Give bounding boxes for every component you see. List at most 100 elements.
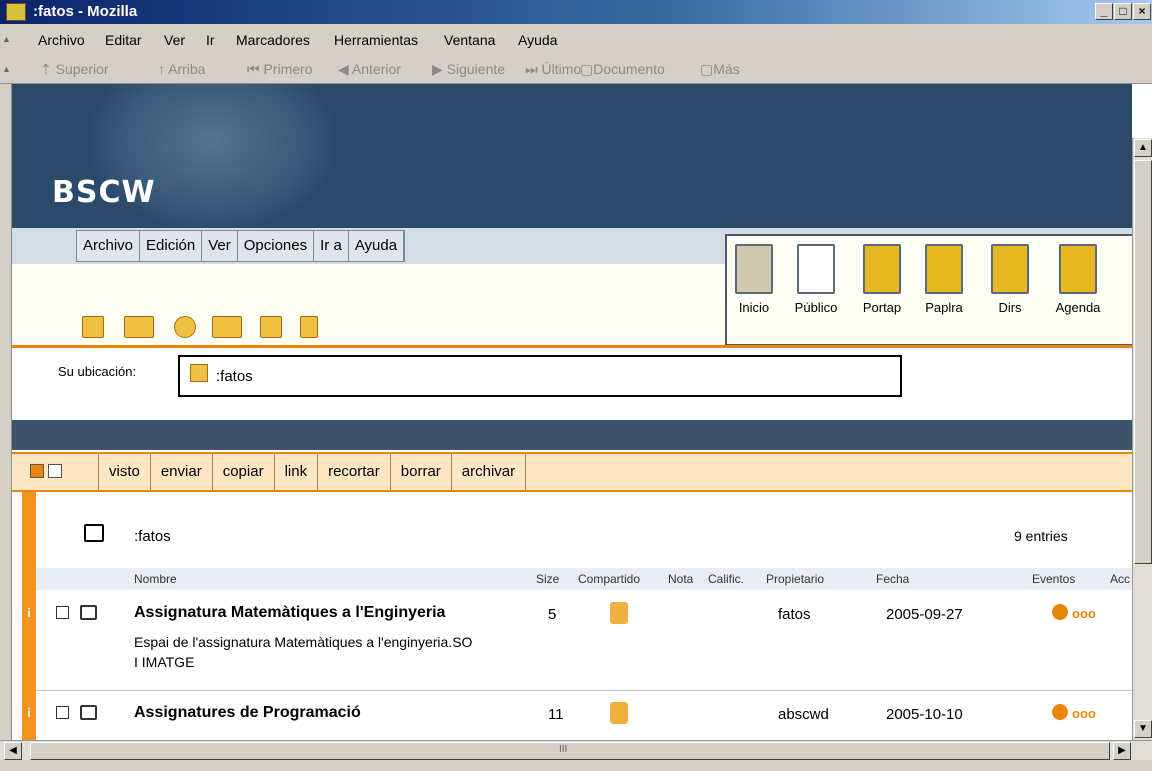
row-owner[interactable]: fatos <box>778 606 811 623</box>
menu-ir[interactable]: Ir <box>206 32 215 48</box>
window-titlebar: :fatos - Mozilla _ □ × <box>0 0 1152 24</box>
info-icon[interactable] <box>82 316 104 338</box>
action-recortar[interactable]: recortar <box>318 454 391 490</box>
nav-anterior[interactable]: ◀ Anterior <box>338 61 401 78</box>
scroll-right-icon[interactable]: ▶ <box>1113 742 1131 760</box>
row-info-icon[interactable]: i <box>22 606 36 620</box>
event-icon[interactable] <box>1052 704 1068 720</box>
col-calific[interactable]: Calific. <box>708 572 744 586</box>
col-propietario[interactable]: Propietario <box>766 572 824 586</box>
add-document-icon[interactable] <box>124 316 154 338</box>
mozilla-app-icon <box>6 3 26 21</box>
status-bar <box>0 760 1152 771</box>
nav-primero[interactable]: ⏮ Primero <box>247 61 313 78</box>
window-title: :fatos - Mozilla <box>33 3 138 20</box>
inicio-label[interactable]: Inicio <box>724 300 784 315</box>
deselect-all-checkbox[interactable] <box>48 464 62 478</box>
members-icon[interactable] <box>212 316 242 338</box>
row-checkbox[interactable] <box>56 606 69 619</box>
bscw-menu-ir-a[interactable]: Ir a <box>314 231 349 261</box>
paplra-trash-icon[interactable] <box>925 244 963 294</box>
entry-count: 9 entries <box>1014 528 1068 544</box>
bscw-menu-edicion[interactable]: Edición <box>140 231 203 261</box>
toolbar-grip-icon[interactable]: ▲ <box>2 34 14 46</box>
minimize-button[interactable]: _ <box>1095 3 1113 20</box>
inicio-home-icon[interactable] <box>735 244 773 294</box>
toolbar-grip-icon[interactable]: ▲ <box>2 64 14 76</box>
dirs-label[interactable]: Dirs <box>980 300 1040 315</box>
row-checkbox[interactable] <box>56 706 69 719</box>
row-name-link[interactable]: Assignatures de Programació <box>134 704 361 722</box>
agenda-calendar-icon[interactable] <box>1059 244 1097 294</box>
maximize-button[interactable]: □ <box>1114 3 1132 20</box>
menu-archivo[interactable]: Archivo <box>38 32 85 48</box>
nav-superior[interactable]: ⇡ Superior <box>40 61 109 78</box>
portap-label[interactable]: Portap <box>852 300 912 315</box>
col-fecha[interactable]: Fecha <box>876 572 909 586</box>
event-readers-icon[interactable]: ooo <box>1072 606 1096 621</box>
row-info-icon[interactable]: i <box>22 706 36 720</box>
col-size[interactable]: Size <box>536 572 559 586</box>
nav-documento[interactable]: ▢Documento <box>580 61 665 78</box>
col-eventos[interactable]: Eventos <box>1032 572 1075 586</box>
action-link[interactable]: link <box>275 454 319 490</box>
scroll-thumb[interactable] <box>1134 160 1152 564</box>
location-link[interactable]: :fatos <box>216 368 253 385</box>
location-label: Su ubicación: <box>58 364 137 379</box>
bscw-menu-archivo[interactable]: Archivo <box>77 231 141 261</box>
quick-access-panel: Inicio Público Portap Paplra Dirs Agenda <box>725 234 1135 346</box>
dirs-folder-icon[interactable] <box>991 244 1029 294</box>
folder-listing: :fatos 9 entries Nombre Size Compartido … <box>12 492 1132 740</box>
scroll-down-icon[interactable]: ▼ <box>1134 720 1152 738</box>
scroll-up-icon[interactable]: ▲ <box>1134 139 1152 157</box>
menu-ventana[interactable]: Ventana <box>444 32 495 48</box>
action-borrar[interactable]: borrar <box>391 454 452 490</box>
bscw-menu-ayuda[interactable]: Ayuda <box>349 231 405 261</box>
action-enviar[interactable]: enviar <box>151 454 213 490</box>
event-icon[interactable] <box>1052 604 1068 620</box>
col-compartido[interactable]: Compartido <box>578 572 640 586</box>
action-archivar[interactable]: archivar <box>452 454 527 490</box>
menu-ver[interactable]: Ver <box>164 32 185 48</box>
publico-icon[interactable] <box>797 244 835 294</box>
publico-label[interactable]: Público <box>786 300 846 315</box>
nav-mas[interactable]: ▢Más <box>700 61 740 78</box>
menu-herramientas[interactable]: Herramientas <box>334 32 418 48</box>
col-nombre[interactable]: Nombre <box>134 572 177 586</box>
menu-editar[interactable]: Editar <box>105 32 142 48</box>
row-owner[interactable]: abscwd <box>778 706 829 723</box>
agenda-label[interactable]: Agenda <box>1048 300 1108 315</box>
action-visto[interactable]: visto <box>99 454 151 490</box>
shared-members-icon[interactable] <box>610 702 628 724</box>
event-readers-icon[interactable]: ooo <box>1072 706 1096 721</box>
vertical-scrollbar[interactable]: ▲ ▼ <box>1132 138 1152 740</box>
folder-icon <box>80 705 97 720</box>
nav-ultimo[interactable]: ⏭ Último <box>525 61 581 78</box>
nav-arriba[interactable]: ↑ Arriba <box>158 61 205 77</box>
nav-siguiente[interactable]: ▶ Siguiente <box>432 61 505 78</box>
location-path: :fatos <box>178 355 902 397</box>
portap-clipboard-icon[interactable] <box>863 244 901 294</box>
menu-marcadores[interactable]: Marcadores <box>236 32 310 48</box>
scroll-left-icon[interactable]: ◀ <box>4 742 22 760</box>
site-navigation-bar: ▲ ⇡ Superior ↑ Arriba ⏮ Primero ◀ Anteri… <box>0 54 1152 84</box>
hscroll-thumb[interactable]: III <box>30 742 1110 760</box>
new-folder-icon[interactable] <box>260 316 282 338</box>
col-nota[interactable]: Nota <box>668 572 693 586</box>
close-button[interactable]: × <box>1133 3 1151 20</box>
new-document-icon[interactable] <box>300 316 318 338</box>
bscw-menu-ver[interactable]: Ver <box>202 231 238 261</box>
menu-ayuda[interactable]: Ayuda <box>518 32 557 48</box>
home-icon[interactable] <box>190 364 208 382</box>
browser-menubar: ▲ Archivo Editar Ver Ir Marcadores Herra… <box>0 24 1152 54</box>
action-copiar[interactable]: copiar <box>213 454 275 490</box>
folder-icon <box>80 605 97 620</box>
row-name-link[interactable]: Assignatura Matemàtiques a l'Enginyeria <box>134 604 445 622</box>
select-all-checkbox[interactable] <box>30 464 44 478</box>
horizontal-scrollbar[interactable]: ◀ III ▶ <box>0 740 1152 760</box>
shared-members-icon[interactable] <box>610 602 628 624</box>
col-acc[interactable]: Acc <box>1110 572 1130 586</box>
bscw-menu-opciones[interactable]: Opciones <box>238 231 315 261</box>
paplra-label[interactable]: Paplra <box>914 300 974 315</box>
search-key-icon[interactable] <box>174 316 196 338</box>
